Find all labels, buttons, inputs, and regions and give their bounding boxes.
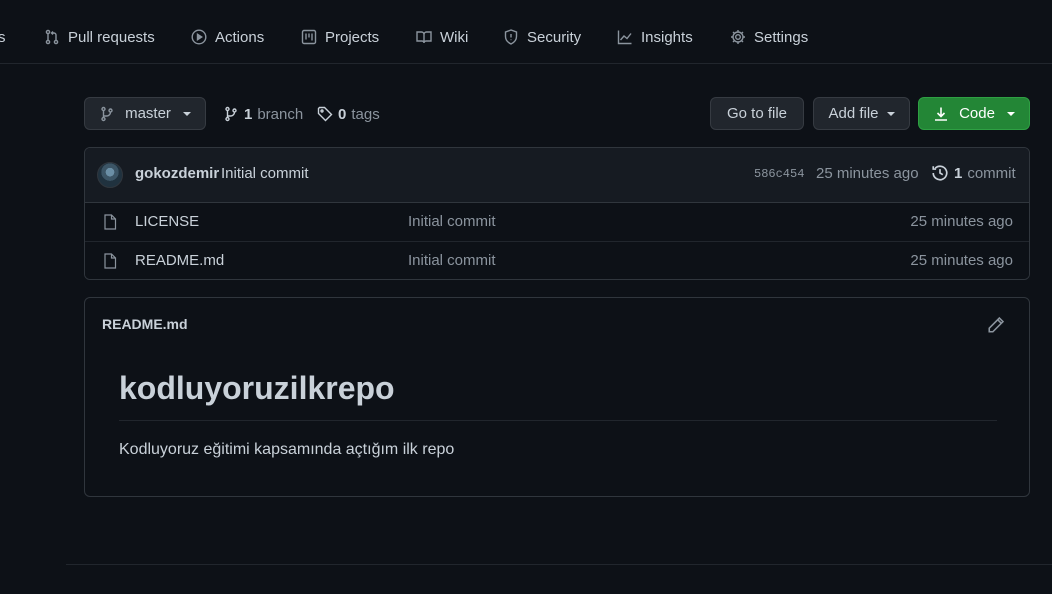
gear-icon (731, 30, 745, 44)
tab-label: Security (527, 28, 582, 46)
tag-word: tags (351, 105, 380, 123)
pencil-icon[interactable] (987, 316, 1005, 334)
git-branch-icon (101, 106, 113, 121)
readme-filename[interactable]: README.md (102, 316, 188, 332)
commit-time: 25 minutes ago (816, 165, 919, 182)
history-icon (932, 165, 948, 181)
tab-pull-requests[interactable]: Pull requests (44, 26, 155, 48)
file-row[interactable]: README.md Initial commit 25 minutes ago (85, 241, 1029, 279)
readme-paragraph: Kodluyoruz eğitimi kapsamında açtığım il… (119, 441, 455, 458)
tab-label: Wiki (440, 28, 469, 46)
commit-message[interactable]: Initial commit (221, 165, 309, 182)
file-icon (104, 214, 117, 230)
heading-divider (119, 420, 997, 421)
file-name[interactable]: LICENSE (135, 213, 199, 230)
commit-word: commit (967, 164, 1016, 182)
tab-label: Insights (641, 28, 693, 46)
tab-label: s (0, 28, 6, 46)
download-icon (935, 107, 948, 121)
book-icon (416, 31, 432, 44)
footer-divider (66, 564, 1052, 565)
file-name[interactable]: README.md (135, 252, 224, 269)
commit-history-link[interactable]: 1 commit (931, 164, 1016, 182)
tab-insights[interactable]: Insights (617, 26, 693, 48)
branch-name: master (125, 105, 171, 122)
project-icon (301, 29, 317, 45)
readme-panel: README.md kodluyoruzilkrepo Kodluyoruz e… (84, 297, 1030, 497)
file-row[interactable]: LICENSE Initial commit 25 minutes ago (85, 203, 1029, 241)
branches-link[interactable]: 1 branch (223, 103, 303, 125)
tab-wiki[interactable]: Wiki (416, 26, 468, 48)
tab-label: Pull requests (68, 28, 155, 46)
latest-commit-bar: gokozdemir Initial commit 586c454 25 min… (85, 148, 1029, 203)
go-to-file-button[interactable]: Go to file (710, 97, 804, 130)
git-branch-icon (225, 106, 237, 122)
add-file-button[interactable]: Add file (813, 97, 910, 130)
tab-actions[interactable]: Actions (191, 26, 264, 48)
add-file-label: Add file (828, 105, 879, 122)
chevron-down-icon (182, 111, 191, 116)
tab-settings[interactable]: Settings (730, 26, 808, 48)
tag-count: 0 (338, 105, 347, 123)
repo-nav: s Pull requests Actions Projects Wiki Se… (0, 0, 1052, 64)
file-icon (104, 253, 117, 269)
tag-icon (317, 106, 333, 122)
file-listing: gokozdemir Initial commit 586c454 25 min… (84, 147, 1030, 280)
commit-count: 1 (954, 164, 963, 182)
code-label: Code (959, 105, 995, 122)
branch-word: branch (257, 105, 304, 123)
tab-issues-partial[interactable]: s (0, 26, 6, 48)
tab-label: Actions (215, 28, 265, 46)
file-commit-message[interactable]: Initial commit (408, 213, 496, 230)
code-button[interactable]: Code (918, 97, 1030, 130)
avatar[interactable] (97, 162, 123, 188)
readme-heading: kodluyoruzilkrepo (119, 370, 395, 406)
file-commit-time: 25 minutes ago (910, 213, 1013, 230)
branch-selector-button[interactable]: master (84, 97, 206, 130)
commit-author[interactable]: gokozdemir (135, 165, 219, 182)
tab-security[interactable]: Security (503, 26, 581, 48)
branch-count: 1 (244, 105, 253, 123)
file-commit-time: 25 minutes ago (910, 252, 1013, 269)
tags-link[interactable]: 0 tags (317, 103, 380, 125)
tab-label: Projects (325, 28, 380, 46)
graph-icon (617, 30, 632, 45)
chevron-down-icon (886, 111, 895, 116)
chevron-down-icon (1006, 111, 1015, 116)
go-to-file-label: Go to file (726, 105, 788, 122)
commit-sha[interactable]: 586c454 (754, 167, 804, 181)
shield-icon (504, 29, 518, 45)
file-commit-message[interactable]: Initial commit (408, 252, 496, 269)
tab-projects[interactable]: Projects (301, 26, 379, 48)
pull-request-icon (45, 29, 59, 45)
tab-label: Settings (754, 28, 809, 46)
play-icon (191, 29, 207, 45)
